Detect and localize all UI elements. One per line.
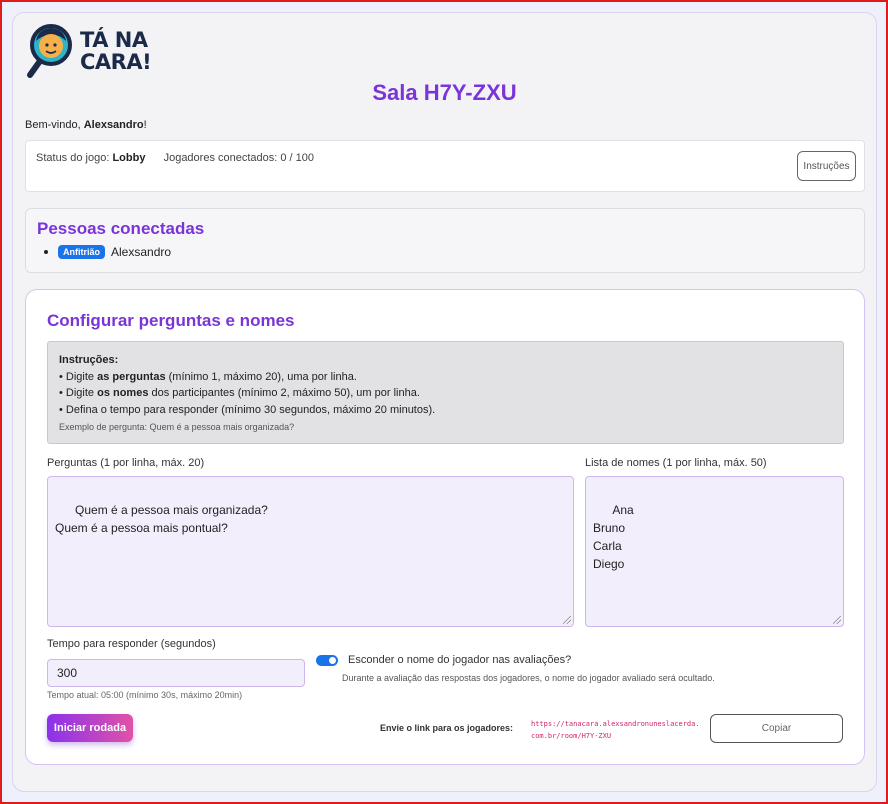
instruction-line-1: • Digite as perguntas (mínimo 1, máximo …	[59, 370, 357, 383]
main-panel: TÁ NA CARA! Sala H7Y-ZXU Bem-vindo, Alex…	[12, 12, 877, 792]
logo-line1: TÁ NA	[80, 28, 148, 52]
hide-name-toggle[interactable]	[316, 655, 338, 666]
config-title: Configurar perguntas e nomes	[47, 311, 295, 330]
status-card: Status do jogo: Lobby Jogadores conectad…	[25, 140, 865, 192]
host-badge: Anfitrião	[58, 245, 105, 259]
app-logo[interactable]: TÁ NA CARA!	[26, 23, 152, 79]
copy-link-button[interactable]: Copiar	[710, 714, 843, 743]
instructions-box: Instruções: • Digite as perguntas (mínim…	[47, 341, 844, 444]
hide-name-label: Esconder o nome do jogador nas avaliaçõe…	[348, 654, 572, 666]
status-text: Status do jogo: Lobby Jogadores conectad…	[36, 152, 314, 164]
share-link-label: Envie o link para os jogadores:	[380, 723, 514, 733]
game-status-value: Lobby	[112, 152, 146, 164]
person-name: Alexsandro	[111, 245, 172, 259]
room-title: Sala H7Y-ZXU	[372, 80, 517, 105]
instructions-heading: Instruções:	[59, 354, 119, 366]
magnifier-face-icon	[27, 24, 72, 78]
hide-name-description: Durante a avaliação das respostas dos jo…	[342, 673, 715, 683]
logo-line2: CARA!	[80, 50, 152, 74]
connected-people-title: Pessoas conectadas	[37, 219, 205, 238]
list-item: Anfitrião Alexsandro	[44, 245, 171, 259]
names-textarea[interactable]: Ana Bruno Carla Diego	[585, 476, 844, 627]
time-input[interactable]: 300	[47, 659, 305, 687]
instructions-button[interactable]: Instruções	[797, 151, 856, 181]
connected-people-list: Anfitrião Alexsandro	[44, 245, 171, 259]
instruction-line-3: • Defina o tempo para responder (mínimo …	[59, 403, 436, 416]
connected-people-card: Pessoas conectadas Anfitrião Alexsandro	[25, 208, 865, 273]
config-card: Configurar perguntas e nomes Instruções:…	[25, 289, 865, 765]
resize-handle-icon[interactable]	[833, 616, 841, 624]
instruction-example: Exemplo de pergunta: Quem é a pessoa mai…	[59, 422, 295, 432]
welcome-prefix: Bem-vindo,	[25, 119, 84, 131]
welcome-suffix: !	[143, 119, 147, 131]
welcome-message: Bem-vindo, Alexsandro!	[25, 119, 147, 131]
welcome-user-name: Alexsandro	[83, 119, 144, 131]
questions-label: Perguntas (1 por linha, máx. 20)	[47, 457, 205, 469]
resize-handle-icon[interactable]	[563, 616, 571, 624]
questions-textarea[interactable]: Quem é a pessoa mais organizada? Quem é …	[47, 476, 574, 627]
bullet-icon	[44, 250, 48, 254]
start-round-button[interactable]: Iniciar rodada	[47, 714, 133, 742]
time-hint: Tempo atual: 05:00 (mínimo 30s, máximo 2…	[47, 690, 243, 700]
share-link-url[interactable]: https://tanacara.alexsandronuneslacerda.…	[531, 718, 703, 742]
game-status-label: Status do jogo:	[36, 152, 110, 164]
names-value: Ana Bruno Carla Diego	[593, 503, 634, 571]
time-label: Tempo para responder (segundos)	[47, 638, 216, 650]
questions-value: Quem é a pessoa mais organizada? Quem é …	[55, 503, 268, 535]
names-label: Lista de nomes (1 por linha, máx. 50)	[585, 457, 767, 469]
instruction-line-2: • Digite os nomes dos participantes (mín…	[59, 387, 420, 399]
players-connected-count: Jogadores conectados: 0 / 100	[163, 152, 315, 164]
logo-text: TÁ NA CARA!	[80, 28, 152, 74]
